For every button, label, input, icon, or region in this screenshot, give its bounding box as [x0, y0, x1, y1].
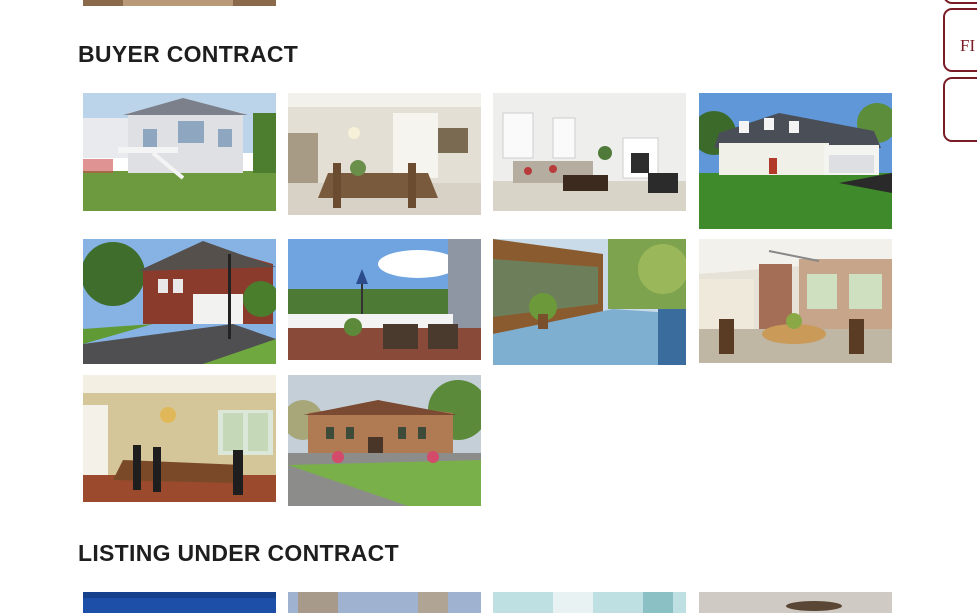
- property-photo-5[interactable]: [83, 239, 276, 364]
- section-title-listing-under-contract: LISTING UNDER CONTRACT: [78, 540, 399, 566]
- property-photo-top-partial[interactable]: [83, 0, 276, 6]
- property-photo-8[interactable]: [699, 239, 892, 363]
- side-tab-label: FI: [960, 36, 976, 55]
- property-photo-6[interactable]: [288, 239, 481, 360]
- property-photo-12[interactable]: [288, 592, 481, 613]
- property-photo-4[interactable]: [699, 93, 892, 229]
- section-title-buyer-contract: BUYER CONTRACT: [78, 41, 299, 67]
- property-photo-2[interactable]: [288, 93, 481, 215]
- side-tab-button[interactable]: [943, 0, 977, 4]
- property-photo-9[interactable]: [83, 375, 276, 502]
- property-photo-7[interactable]: [493, 239, 686, 365]
- side-tab-button-fi[interactable]: FI: [943, 8, 977, 72]
- property-photo-1[interactable]: [83, 93, 276, 211]
- property-photo-11[interactable]: [83, 592, 276, 613]
- property-photo-14[interactable]: [699, 592, 892, 613]
- side-tab-button-2[interactable]: [943, 77, 977, 142]
- property-photo-3[interactable]: [493, 93, 686, 211]
- property-photo-13[interactable]: [493, 592, 686, 613]
- property-photo-10[interactable]: [288, 375, 481, 506]
